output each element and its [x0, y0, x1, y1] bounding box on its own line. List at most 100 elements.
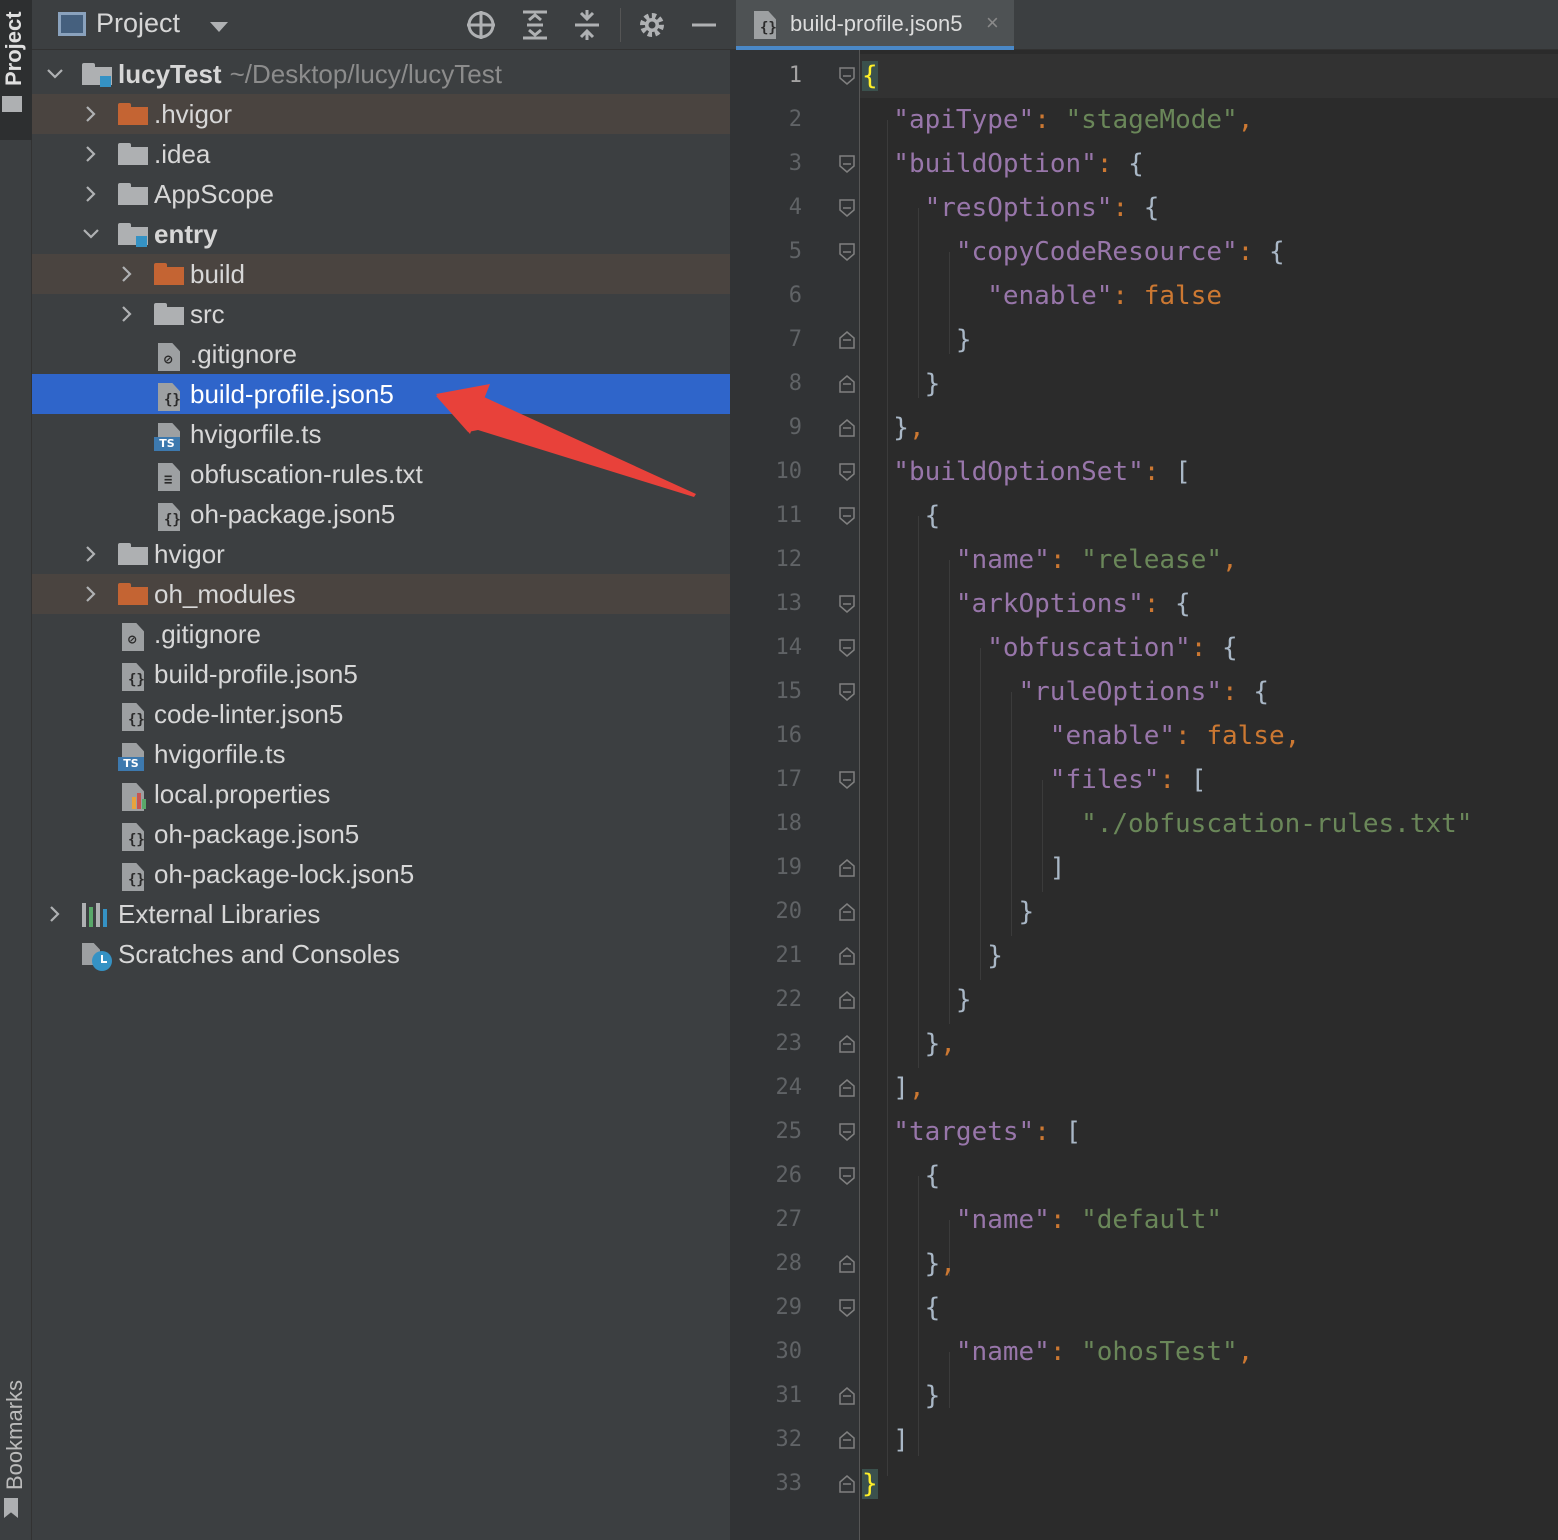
tree-row-entry-hvigorfile[interactable]: TS hvigorfile.ts [32, 414, 730, 454]
code-line[interactable]: }, [925, 1242, 956, 1286]
tree-row-idea[interactable]: .idea [32, 134, 730, 174]
fold-close-icon[interactable] [839, 1431, 855, 1449]
code-line[interactable]: "enable": false [987, 274, 1222, 318]
code-line[interactable]: "enable": false, [1050, 714, 1300, 758]
code-line[interactable]: "name": "default" [956, 1198, 1222, 1242]
fold-open-icon[interactable] [839, 1299, 855, 1317]
fold-close-icon[interactable] [839, 419, 855, 437]
fold-open-icon[interactable] [839, 639, 855, 657]
tree-row-root[interactable]: lucyTest ~/Desktop/lucy/lucyTest [32, 54, 730, 94]
fold-close-icon[interactable] [839, 1255, 855, 1273]
tree-row-code-linter[interactable]: {} code-linter.json5 [32, 694, 730, 734]
code-line[interactable]: } [862, 1462, 878, 1506]
tree-row-build[interactable]: build [32, 254, 730, 294]
code-line[interactable]: } [956, 318, 972, 362]
code-line[interactable]: "files": [ [1050, 758, 1207, 802]
code-line[interactable]: } [956, 978, 972, 1022]
fold-close-icon[interactable] [839, 331, 855, 349]
code-line[interactable]: "apiType": "stageMode", [893, 98, 1253, 142]
hide-panel-icon[interactable] [687, 8, 721, 42]
close-icon[interactable]: × [986, 10, 999, 36]
gear-icon[interactable] [635, 8, 669, 42]
code-line[interactable]: ] [1050, 846, 1066, 890]
chevron-down-icon[interactable] [210, 22, 228, 32]
tree-row-root-hvigorfile[interactable]: TS hvigorfile.ts [32, 734, 730, 774]
fold-close-icon[interactable] [839, 1035, 855, 1053]
fold-open-icon[interactable] [839, 463, 855, 481]
fold-open-icon[interactable] [839, 1123, 855, 1141]
code-line[interactable]: "arkOptions": { [956, 582, 1191, 626]
code-line[interactable]: "resOptions": { [925, 186, 1160, 230]
chevron-right-icon[interactable] [82, 585, 100, 603]
tree-row-oh-package-lock[interactable]: {} oh-package-lock.json5 [32, 854, 730, 894]
bookmarks-tool-label[interactable]: Bookmarks [2, 1380, 28, 1490]
tree-row-entry-oh-package[interactable]: {} oh-package.json5 [32, 494, 730, 534]
code-line[interactable]: "name": "ohosTest", [956, 1330, 1253, 1374]
code-line[interactable]: { [862, 54, 878, 98]
code-line[interactable]: "copyCodeResource": { [956, 230, 1285, 274]
project-view-title[interactable]: Project [96, 8, 180, 39]
fold-open-icon[interactable] [839, 67, 855, 85]
collapse-all-icon[interactable] [570, 8, 604, 42]
tree-row-scratches[interactable]: Scratches and Consoles [32, 934, 730, 974]
tree-row-entry-gitignore[interactable]: ⊘ .gitignore [32, 334, 730, 374]
code-line[interactable]: "buildOptionSet": [ [893, 450, 1190, 494]
chevron-right-icon[interactable] [118, 305, 136, 323]
fold-close-icon[interactable] [839, 375, 855, 393]
project-tool-label[interactable]: Project [1, 11, 27, 86]
tree-row-local-properties[interactable]: local.properties [32, 774, 730, 814]
tree-row-hvigor[interactable]: hvigor [32, 534, 730, 574]
fold-open-icon[interactable] [839, 1167, 855, 1185]
code-line[interactable]: }, [925, 1022, 956, 1066]
fold-open-icon[interactable] [839, 595, 855, 613]
fold-open-icon[interactable] [839, 243, 855, 261]
code-line[interactable]: }, [893, 406, 924, 450]
code-line[interactable]: { [925, 1154, 941, 1198]
code-line[interactable]: "targets": [ [893, 1110, 1081, 1154]
tree-row-entry[interactable]: entry [32, 214, 730, 254]
tree-row-src[interactable]: src [32, 294, 730, 334]
code-line[interactable]: { [925, 494, 941, 538]
code-line[interactable]: "buildOption": { [893, 142, 1143, 186]
fold-open-icon[interactable] [839, 683, 855, 701]
fold-open-icon[interactable] [839, 507, 855, 525]
code-line[interactable]: "obfuscation": { [987, 626, 1237, 670]
code-line[interactable]: } [925, 1374, 941, 1418]
code-line[interactable]: ] [893, 1418, 909, 1462]
tree-row-hvigor-hidden[interactable]: .hvigor [32, 94, 730, 134]
tree-row-root-gitignore[interactable]: ⊘ .gitignore [32, 614, 730, 654]
fold-close-icon[interactable] [839, 1387, 855, 1405]
fold-close-icon[interactable] [839, 903, 855, 921]
fold-open-icon[interactable] [839, 199, 855, 217]
tree-row-root-build-profile[interactable]: {} build-profile.json5 [32, 654, 730, 694]
code-line[interactable]: "./obfuscation-rules.txt" [1081, 802, 1472, 846]
chevron-right-icon[interactable] [46, 905, 64, 923]
tree-row-obfuscation-rules[interactable]: ≡ obfuscation-rules.txt [32, 454, 730, 494]
tree-row-external-libraries[interactable]: External Libraries [32, 894, 730, 934]
code-line[interactable]: } [987, 934, 1003, 978]
expand-all-icon[interactable] [518, 8, 552, 42]
fold-close-icon[interactable] [839, 991, 855, 1009]
tree-row-entry-build-profile[interactable]: {} build-profile.json5 [32, 374, 730, 414]
chevron-down-icon[interactable] [46, 65, 64, 83]
code-line[interactable]: "ruleOptions": { [1019, 670, 1269, 714]
project-tool-tab[interactable]: Project [0, 0, 32, 140]
code-line[interactable]: { [925, 1286, 941, 1330]
chevron-right-icon[interactable] [82, 545, 100, 563]
tree-row-oh-modules[interactable]: oh_modules [32, 574, 730, 614]
bookmark-icon[interactable] [4, 1498, 18, 1518]
editor-tab-build-profile[interactable]: {} build-profile.json5 × [736, 0, 1014, 50]
chevron-down-icon[interactable] [82, 225, 100, 243]
code-line[interactable]: ], [893, 1066, 924, 1110]
code-line[interactable]: "name": "release", [956, 538, 1238, 582]
chevron-right-icon[interactable] [82, 145, 100, 163]
tree-row-appscope[interactable]: AppScope [32, 174, 730, 214]
chevron-right-icon[interactable] [82, 105, 100, 123]
fold-close-icon[interactable] [839, 1475, 855, 1493]
code-line[interactable]: } [925, 362, 941, 406]
fold-close-icon[interactable] [839, 1079, 855, 1097]
chevron-right-icon[interactable] [118, 265, 136, 283]
code-line[interactable]: } [1019, 890, 1035, 934]
fold-open-icon[interactable] [839, 771, 855, 789]
code-editor[interactable]: 1 {2 "apiType": "stageMode", 3 "buildOption"… [730, 50, 1558, 1540]
